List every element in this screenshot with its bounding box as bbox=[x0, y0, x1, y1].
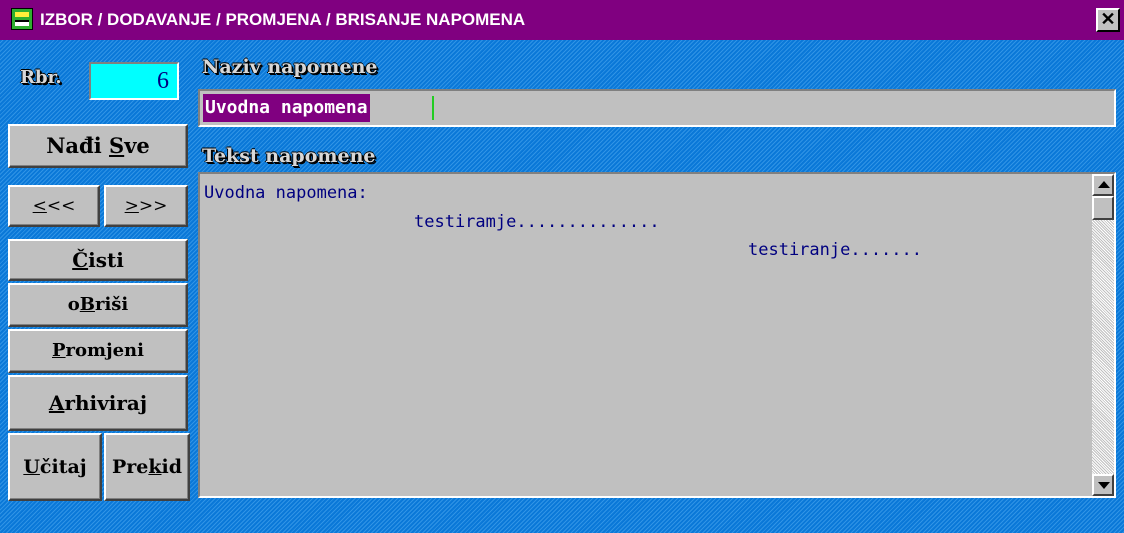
find-all-button[interactable]: Nađi Sve bbox=[8, 124, 188, 168]
change-button[interactable]: Promjeni bbox=[8, 329, 188, 373]
note-text-line: Uvodna napomena: bbox=[204, 183, 368, 203]
rbr-field[interactable]: 6 bbox=[89, 62, 179, 100]
clear-button[interactable]: Čisti bbox=[8, 239, 188, 281]
previous-button[interactable]: <<< bbox=[8, 185, 100, 227]
note-name-field[interactable]: Uvodna napomena bbox=[198, 89, 1116, 127]
archive-button[interactable]: Arhiviraj bbox=[8, 375, 188, 431]
note-text-line: testiranje....... bbox=[748, 240, 922, 260]
load-button[interactable]: Učitaj bbox=[8, 433, 102, 501]
scroll-thumb[interactable] bbox=[1092, 196, 1114, 220]
window-title: IZBOR / DODAVANJE / PROMJENA / BRISANJE … bbox=[40, 10, 526, 29]
title-bar: IZBOR / DODAVANJE / PROMJENA / BRISANJE … bbox=[0, 0, 1124, 40]
note-text-label: Tekst napomene bbox=[202, 145, 376, 167]
vertical-scrollbar[interactable] bbox=[1092, 174, 1114, 496]
scroll-down-button[interactable] bbox=[1092, 474, 1114, 496]
napomena-window: IZBOR / DODAVANJE / PROMJENA / BRISANJE … bbox=[0, 0, 1124, 533]
scroll-up-button[interactable] bbox=[1092, 174, 1114, 196]
arrow-down-icon bbox=[1098, 482, 1110, 489]
note-name-value: Uvodna napomena bbox=[203, 94, 370, 122]
rbr-label: Rbr. bbox=[20, 67, 62, 88]
arrow-up-icon bbox=[1098, 181, 1110, 188]
app-icon[interactable] bbox=[11, 8, 33, 30]
note-text-line: testiramje.............. bbox=[414, 212, 660, 232]
note-name-label: Naziv napomene bbox=[202, 56, 378, 78]
close-icon[interactable]: ✕ bbox=[1096, 8, 1120, 32]
text-caret bbox=[432, 96, 434, 120]
next-button[interactable]: >>> bbox=[104, 185, 188, 227]
delete-button[interactable]: oBriši bbox=[8, 283, 188, 327]
note-text-area[interactable]: Uvodna napomena: testiramje.............… bbox=[198, 172, 1116, 498]
cancel-button[interactable]: Prekid bbox=[104, 433, 190, 501]
